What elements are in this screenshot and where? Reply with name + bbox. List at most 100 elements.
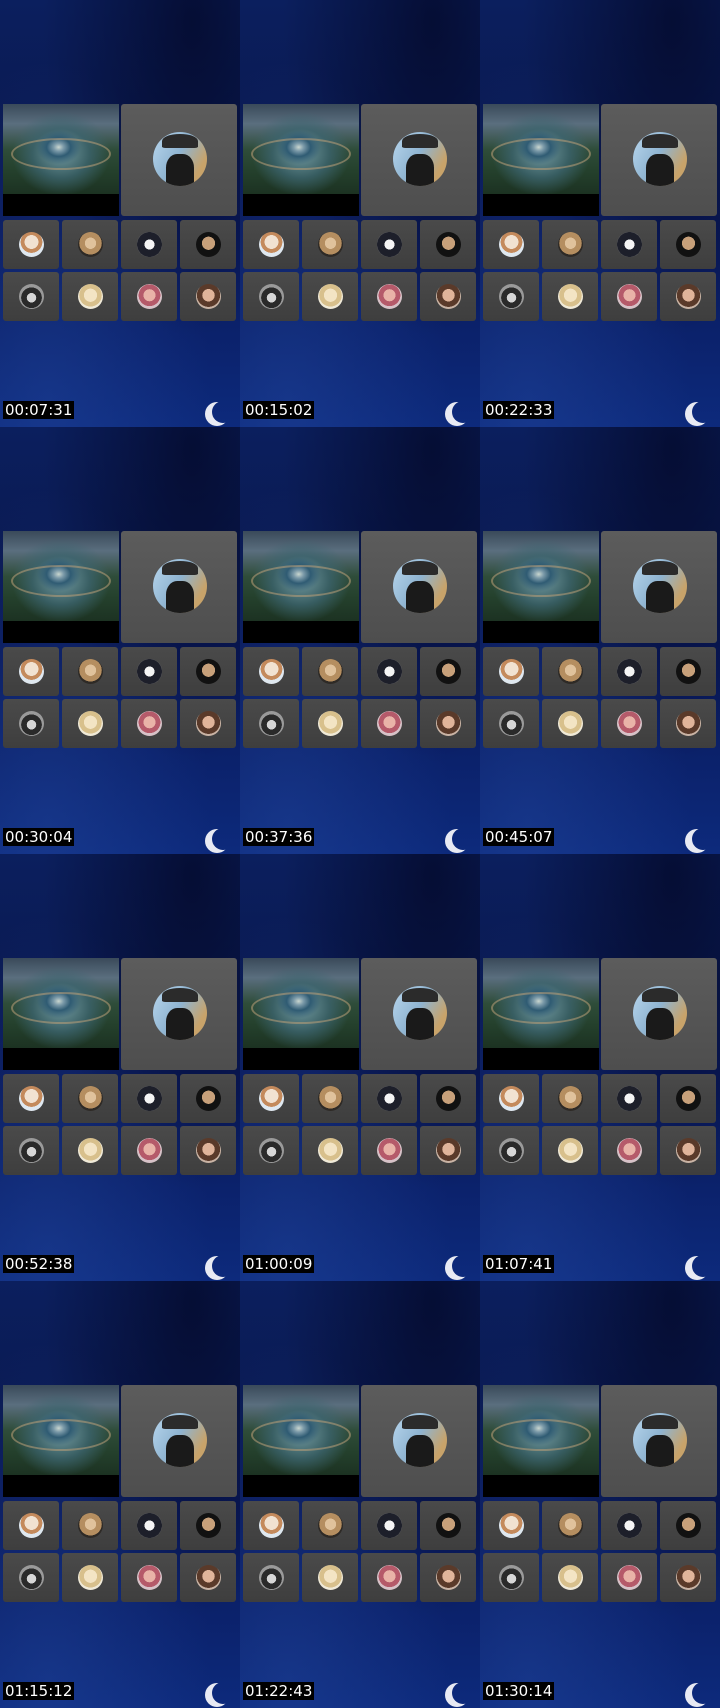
- participant-tile[interactable]: [542, 647, 598, 696]
- shared-screen[interactable]: [483, 104, 599, 216]
- participant-tile[interactable]: [180, 699, 236, 748]
- participant-tile[interactable]: [420, 272, 476, 321]
- participant-tile[interactable]: [121, 1126, 177, 1175]
- participant-tile[interactable]: [62, 1074, 118, 1123]
- participant-tile[interactable]: [601, 699, 657, 748]
- participant-tile[interactable]: [180, 1074, 236, 1123]
- participant-tile[interactable]: [483, 647, 539, 696]
- participant-tile[interactable]: [121, 220, 177, 269]
- participant-tile[interactable]: [361, 220, 417, 269]
- participant-tile[interactable]: [243, 699, 299, 748]
- participant-tile[interactable]: [180, 220, 236, 269]
- participant-tile[interactable]: [361, 1501, 417, 1550]
- participant-tile[interactable]: [660, 220, 716, 269]
- participant-tile[interactable]: [62, 699, 118, 748]
- participant-tile[interactable]: [243, 1074, 299, 1123]
- participant-tile[interactable]: [660, 699, 716, 748]
- participant-tile[interactable]: [601, 1553, 657, 1602]
- participant-tile[interactable]: [3, 272, 59, 321]
- participant-tile[interactable]: [361, 699, 417, 748]
- shared-screen[interactable]: [483, 1385, 599, 1497]
- participant-tile[interactable]: [601, 647, 657, 696]
- participant-tile[interactable]: [361, 272, 417, 321]
- presenter-tile[interactable]: [121, 1385, 237, 1497]
- participant-tile[interactable]: [180, 1553, 236, 1602]
- participant-tile[interactable]: [62, 220, 118, 269]
- participant-tile[interactable]: [121, 1501, 177, 1550]
- participant-tile[interactable]: [542, 1074, 598, 1123]
- participant-tile[interactable]: [3, 1501, 59, 1550]
- presenter-tile[interactable]: [121, 531, 237, 643]
- presenter-tile[interactable]: [361, 1385, 477, 1497]
- participant-tile[interactable]: [3, 699, 59, 748]
- participant-tile[interactable]: [302, 1553, 358, 1602]
- participant-tile[interactable]: [180, 647, 236, 696]
- participant-tile[interactable]: [243, 1126, 299, 1175]
- participant-tile[interactable]: [302, 699, 358, 748]
- participant-tile[interactable]: [483, 1553, 539, 1602]
- participant-tile[interactable]: [62, 1126, 118, 1175]
- participant-tile[interactable]: [243, 647, 299, 696]
- participant-tile[interactable]: [542, 220, 598, 269]
- participant-tile[interactable]: [660, 647, 716, 696]
- participant-tile[interactable]: [243, 272, 299, 321]
- participant-tile[interactable]: [121, 272, 177, 321]
- participant-tile[interactable]: [601, 1126, 657, 1175]
- participant-tile[interactable]: [302, 220, 358, 269]
- presenter-tile[interactable]: [121, 104, 237, 216]
- participant-tile[interactable]: [660, 272, 716, 321]
- participant-tile[interactable]: [601, 272, 657, 321]
- participant-tile[interactable]: [62, 1553, 118, 1602]
- participant-tile[interactable]: [420, 1126, 476, 1175]
- participant-tile[interactable]: [542, 1553, 598, 1602]
- participant-tile[interactable]: [420, 647, 476, 696]
- participant-tile[interactable]: [660, 1553, 716, 1602]
- participant-tile[interactable]: [302, 647, 358, 696]
- shared-screen[interactable]: [483, 531, 599, 643]
- shared-screen[interactable]: [243, 958, 359, 1070]
- participant-tile[interactable]: [3, 1074, 59, 1123]
- participant-tile[interactable]: [302, 1501, 358, 1550]
- participant-tile[interactable]: [601, 1074, 657, 1123]
- participant-tile[interactable]: [483, 220, 539, 269]
- shared-screen[interactable]: [243, 1385, 359, 1497]
- participant-tile[interactable]: [542, 1126, 598, 1175]
- presenter-tile[interactable]: [601, 104, 717, 216]
- shared-screen[interactable]: [3, 531, 119, 643]
- participant-tile[interactable]: [121, 647, 177, 696]
- participant-tile[interactable]: [542, 699, 598, 748]
- participant-tile[interactable]: [420, 1501, 476, 1550]
- participant-tile[interactable]: [302, 1074, 358, 1123]
- shared-screen[interactable]: [243, 531, 359, 643]
- participant-tile[interactable]: [483, 1126, 539, 1175]
- participant-tile[interactable]: [243, 1501, 299, 1550]
- participant-tile[interactable]: [121, 1074, 177, 1123]
- participant-tile[interactable]: [3, 1553, 59, 1602]
- participant-tile[interactable]: [420, 220, 476, 269]
- presenter-tile[interactable]: [361, 531, 477, 643]
- participant-tile[interactable]: [302, 272, 358, 321]
- participant-tile[interactable]: [361, 1126, 417, 1175]
- participant-tile[interactable]: [3, 647, 59, 696]
- participant-tile[interactable]: [62, 647, 118, 696]
- participant-tile[interactable]: [420, 1553, 476, 1602]
- participant-tile[interactable]: [62, 1501, 118, 1550]
- participant-tile[interactable]: [3, 220, 59, 269]
- shared-screen[interactable]: [483, 958, 599, 1070]
- participant-tile[interactable]: [420, 1074, 476, 1123]
- participant-tile[interactable]: [361, 1553, 417, 1602]
- participant-tile[interactable]: [660, 1126, 716, 1175]
- participant-tile[interactable]: [660, 1074, 716, 1123]
- participant-tile[interactable]: [121, 1553, 177, 1602]
- participant-tile[interactable]: [243, 1553, 299, 1602]
- participant-tile[interactable]: [483, 272, 539, 321]
- participant-tile[interactable]: [660, 1501, 716, 1550]
- shared-screen[interactable]: [3, 1385, 119, 1497]
- participant-tile[interactable]: [483, 1501, 539, 1550]
- participant-tile[interactable]: [483, 699, 539, 748]
- participant-tile[interactable]: [601, 1501, 657, 1550]
- presenter-tile[interactable]: [601, 1385, 717, 1497]
- participant-tile[interactable]: [361, 647, 417, 696]
- participant-tile[interactable]: [121, 699, 177, 748]
- participant-tile[interactable]: [243, 220, 299, 269]
